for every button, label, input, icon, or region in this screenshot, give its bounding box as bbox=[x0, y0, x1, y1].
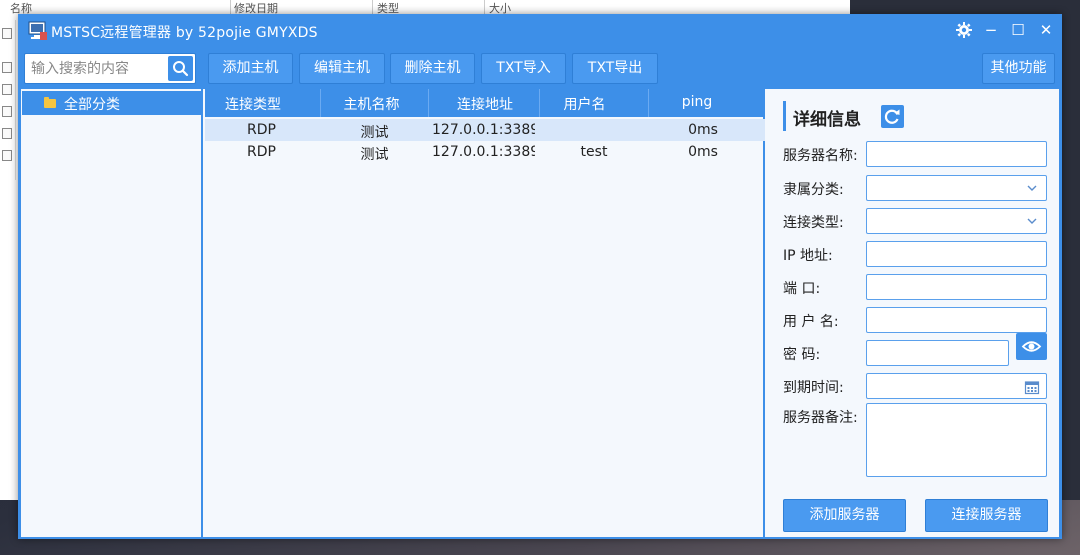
show-password-button[interactable] bbox=[1016, 333, 1047, 360]
search-input[interactable] bbox=[31, 56, 167, 81]
column-header-host-name[interactable]: 主机名称 bbox=[321, 94, 422, 114]
remarks-field[interactable] bbox=[866, 403, 1047, 477]
cell-address: 127.0.0.1:3389 bbox=[432, 144, 535, 160]
label-username: 用 户 名: bbox=[783, 314, 839, 330]
edit-host-button[interactable]: 编辑主机 bbox=[299, 53, 385, 84]
add-host-button[interactable]: 添加主机 bbox=[208, 53, 293, 84]
other-functions-button[interactable]: 其他功能 bbox=[982, 53, 1055, 84]
table-row[interactable]: RDP 测试 127.0.0.1:3389 test 0ms bbox=[205, 141, 765, 163]
server-name-field[interactable] bbox=[866, 141, 1047, 167]
explorer-file-icons bbox=[0, 20, 16, 180]
label-server-name: 服务器名称: bbox=[783, 148, 858, 164]
password-field[interactable] bbox=[866, 340, 1009, 366]
label-expiry: 到期时间: bbox=[783, 380, 844, 396]
column-header-address[interactable]: 连接地址 bbox=[429, 94, 541, 114]
host-list-header: 连接类型 主机名称 连接地址 用户名 ping bbox=[205, 89, 763, 117]
content-area: 全部分类 连接类型 主机名称 连接地址 用户名 ping RDP 测试 127.… bbox=[21, 89, 1059, 537]
window-title: MSTSC远程管理器 by 52pojie GMYXDS bbox=[51, 25, 318, 41]
column-header-ping[interactable]: ping bbox=[649, 94, 745, 110]
detail-accent-bar bbox=[783, 101, 786, 131]
column-header-username[interactable]: 用户名 bbox=[540, 94, 629, 114]
gear-icon bbox=[956, 22, 972, 38]
toolbar: 添加主机 编辑主机 删除主机 TXT导入 TXT导出 其他功能 bbox=[19, 47, 1061, 89]
txt-export-button[interactable]: TXT导出 bbox=[572, 53, 658, 84]
maximize-button[interactable]: ☐ bbox=[1007, 19, 1029, 41]
label-port: 端 口: bbox=[783, 281, 821, 297]
label-password: 密 码: bbox=[783, 347, 821, 363]
username-field[interactable] bbox=[866, 307, 1047, 333]
port-field[interactable] bbox=[866, 274, 1047, 300]
cell-conn-type: RDP bbox=[247, 144, 276, 160]
label-remarks: 服务器备注: bbox=[783, 410, 858, 426]
minimize-button[interactable]: − bbox=[980, 19, 1002, 41]
search-box bbox=[24, 53, 196, 84]
folder-icon bbox=[44, 97, 56, 108]
category-tree: 全部分类 bbox=[21, 89, 203, 537]
conn-type-select[interactable] bbox=[866, 208, 1047, 234]
calendar-icon bbox=[1024, 381, 1040, 395]
chevron-down-icon bbox=[1027, 185, 1037, 191]
category-select[interactable] bbox=[866, 175, 1047, 201]
search-button[interactable] bbox=[168, 56, 193, 81]
delete-host-button[interactable]: 删除主机 bbox=[390, 53, 475, 84]
eye-icon bbox=[1021, 341, 1042, 352]
tree-item-all-categories[interactable]: 全部分类 bbox=[22, 91, 201, 115]
cell-address: 127.0.0.1:3389 bbox=[432, 122, 535, 138]
label-ip: IP 地址: bbox=[783, 248, 833, 264]
chevron-down-icon bbox=[1027, 218, 1037, 224]
cell-username: test bbox=[580, 144, 608, 160]
cell-ping: 0ms bbox=[688, 122, 718, 138]
cell-conn-type: RDP bbox=[247, 122, 276, 138]
title-bar[interactable]: MSTSC远程管理器 by 52pojie GMYXDS − ☐ ✕ bbox=[19, 15, 1061, 47]
refresh-button[interactable] bbox=[881, 105, 904, 128]
connect-server-button[interactable]: 连接服务器 bbox=[925, 499, 1048, 532]
column-header-conn-type[interactable]: 连接类型 bbox=[205, 94, 301, 114]
tree-item-label: 全部分类 bbox=[64, 97, 120, 113]
cell-host-name: 测试 bbox=[360, 147, 389, 163]
ip-field[interactable] bbox=[866, 241, 1047, 267]
explorer-column-headers: 名称 修改日期 类型 大小 bbox=[0, 0, 850, 15]
refresh-icon bbox=[884, 109, 900, 124]
cell-host-name: 测试 bbox=[360, 125, 389, 141]
app-window: MSTSC远程管理器 by 52pojie GMYXDS − ☐ ✕ 输入搜索的… bbox=[18, 14, 1062, 539]
label-category: 隶属分类: bbox=[783, 182, 844, 198]
cell-ping: 0ms bbox=[688, 144, 718, 160]
app-logo-icon bbox=[28, 21, 47, 40]
table-row[interactable]: RDP 测试 127.0.0.1:3389 0ms bbox=[205, 119, 765, 141]
label-conn-type: 连接类型: bbox=[783, 215, 844, 231]
detail-title: 详细信息 bbox=[793, 110, 861, 130]
detail-panel: 详细信息 服务器名称: 隶属分类: 连接类型: IP 地址: 端 口: 用 户 … bbox=[767, 89, 1059, 537]
host-list: 连接类型 主机名称 连接地址 用户名 ping RDP 测试 127.0.0.1… bbox=[205, 89, 765, 537]
search-icon bbox=[173, 61, 189, 77]
txt-import-button[interactable]: TXT导入 bbox=[481, 53, 566, 84]
close-button[interactable]: ✕ bbox=[1035, 19, 1057, 41]
settings-button[interactable] bbox=[953, 19, 975, 41]
add-server-button[interactable]: 添加服务器 bbox=[783, 499, 906, 532]
expiry-date-field[interactable] bbox=[866, 373, 1047, 399]
